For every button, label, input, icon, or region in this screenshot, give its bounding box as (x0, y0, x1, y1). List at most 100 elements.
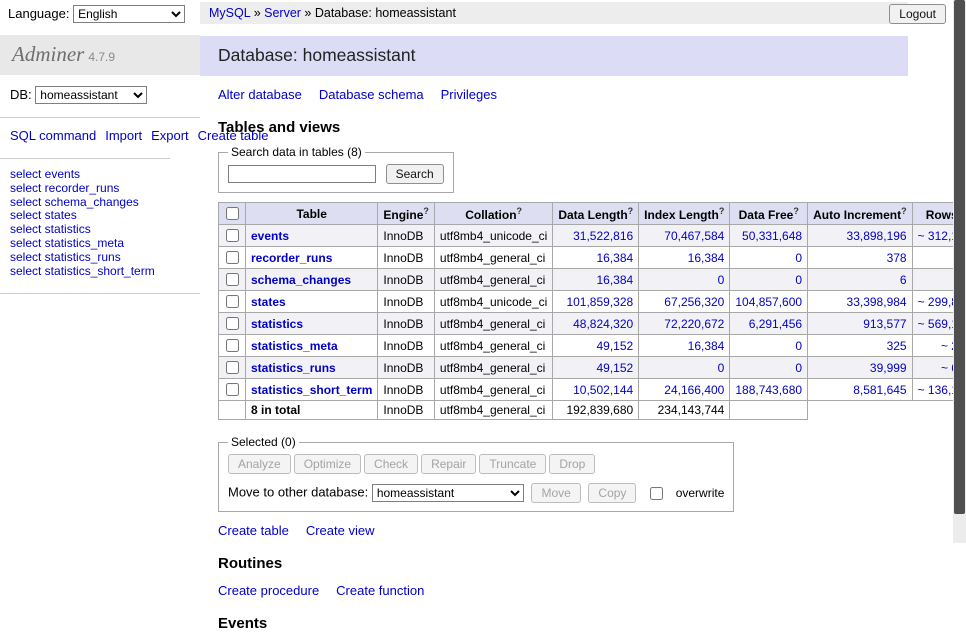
select-all-checkbox[interactable] (226, 207, 239, 220)
data-length-cell: 31,522,816 (553, 225, 639, 247)
check-button[interactable]: Check (364, 454, 418, 474)
index-length-link[interactable]: 70,467,584 (664, 229, 724, 243)
truncate-button[interactable]: Truncate (479, 454, 546, 474)
link-privileges[interactable]: Privileges (441, 87, 497, 102)
auto-increment-link[interactable]: 39,999 (870, 361, 907, 375)
index-length-link[interactable]: 16,384 (688, 251, 725, 265)
column-help-link[interactable]: ? (719, 206, 725, 216)
auto-increment-link[interactable]: 6 (900, 273, 907, 287)
row-checkbox[interactable] (226, 383, 239, 396)
sidebar-item-select-recorder-runs[interactable]: select recorder_runs (10, 182, 190, 195)
column-help-link[interactable]: ? (793, 206, 799, 216)
auto-increment-link[interactable]: 8,581,645 (853, 383, 906, 397)
row-checkbox[interactable] (226, 361, 239, 374)
data-length-link[interactable]: 10,502,144 (573, 383, 633, 397)
sidebar-item-select-events[interactable]: select events (10, 168, 190, 181)
data-length-link[interactable]: 49,152 (596, 339, 633, 353)
search-button[interactable]: Search (386, 164, 444, 184)
breadcrumb-separator: » (301, 6, 315, 20)
data-free-link[interactable]: 6,291,456 (749, 317, 802, 331)
table-link-recorder-runs[interactable]: recorder_runs (251, 251, 332, 265)
table-link-events[interactable]: events (251, 229, 289, 243)
optimize-button[interactable]: Optimize (294, 454, 361, 474)
link-create-function[interactable]: Create function (336, 583, 424, 598)
link-alter-database[interactable]: Alter database (218, 87, 302, 102)
data-length-link[interactable]: 48,824,320 (573, 317, 633, 331)
data-free-link[interactable]: 50,331,648 (742, 229, 802, 243)
row-checkbox[interactable] (226, 339, 239, 352)
data-free-link[interactable]: 0 (795, 339, 802, 353)
sidebar-link-sql-command[interactable]: SQL command (10, 128, 96, 143)
link-create-procedure[interactable]: Create procedure (218, 583, 319, 598)
index-length-link[interactable]: 0 (718, 361, 725, 375)
copy-button[interactable]: Copy (588, 483, 636, 503)
sidebar-item-select-statistics-runs[interactable]: select statistics_runs (10, 251, 190, 264)
scrollbar-thumb[interactable] (954, 0, 965, 514)
index-length-cell: 72,220,672 (639, 313, 730, 335)
breadcrumb: MySQL » Server » Database: homeassistant (200, 2, 908, 24)
auto-increment-link[interactable]: 33,398,984 (847, 295, 907, 309)
sidebar-item-select-statistics-short-term[interactable]: select statistics_short_term (10, 265, 190, 278)
auto-increment-link[interactable]: 913,577 (863, 317, 906, 331)
db-select[interactable]: homeassistant (35, 86, 147, 104)
auto-increment-link[interactable]: 378 (887, 251, 907, 265)
sidebar: Adminer4.7.9 DB: homeassistant SQL comma… (0, 27, 200, 294)
row-checkbox[interactable] (226, 273, 239, 286)
sidebar-item-select-states[interactable]: select states (10, 209, 190, 222)
sidebar-link-export[interactable]: Export (151, 128, 189, 143)
link-create-view[interactable]: Create view (306, 523, 375, 538)
table-link-statistics-short-term[interactable]: statistics_short_term (251, 383, 372, 397)
index-length-link[interactable]: 72,220,672 (664, 317, 724, 331)
breadcrumb-link-server[interactable]: Server (264, 6, 301, 20)
column-help-link[interactable]: ? (423, 206, 429, 216)
table-link-statistics-runs[interactable]: statistics_runs (251, 361, 336, 375)
index-length-link[interactable]: 24,166,400 (664, 383, 724, 397)
row-select-cell (219, 225, 246, 247)
auto-increment-link[interactable]: 33,898,196 (847, 229, 907, 243)
data-free-link[interactable]: 0 (795, 361, 802, 375)
data-length-link[interactable]: 16,384 (596, 273, 633, 287)
link-database-schema[interactable]: Database schema (319, 87, 424, 102)
sidebar-item-select-statistics-meta[interactable]: select statistics_meta (10, 237, 190, 250)
index-length-link[interactable]: 67,256,320 (664, 295, 724, 309)
analyze-button[interactable]: Analyze (228, 454, 291, 474)
data-length-link[interactable]: 31,522,816 (573, 229, 633, 243)
table-link-statistics[interactable]: statistics (251, 317, 303, 331)
drop-button[interactable]: Drop (549, 454, 595, 474)
data-free-link[interactable]: 0 (795, 273, 802, 287)
data-length-link[interactable]: 16,384 (596, 251, 633, 265)
repair-button[interactable]: Repair (421, 454, 476, 474)
data-free-link[interactable]: 188,743,680 (735, 383, 802, 397)
overwrite-checkbox[interactable] (650, 487, 663, 500)
column-help-link[interactable]: ? (517, 206, 523, 216)
move-database-select[interactable]: homeassistant (372, 484, 524, 502)
link-create-table[interactable]: Create table (218, 523, 289, 538)
table-row: statistics_short_termInnoDButf8mb4_gener… (219, 379, 966, 401)
data-free-link[interactable]: 0 (795, 251, 802, 265)
auto-increment-link[interactable]: 325 (887, 339, 907, 353)
table-link-statistics-meta[interactable]: statistics_meta (251, 339, 338, 353)
index-length-link[interactable]: 0 (718, 273, 725, 287)
row-checkbox[interactable] (226, 317, 239, 330)
row-checkbox[interactable] (226, 229, 239, 242)
data-free-link[interactable]: 104,857,600 (735, 295, 802, 309)
data-length-link[interactable]: 49,152 (596, 361, 633, 375)
logout-button[interactable]: Logout (889, 4, 946, 24)
breadcrumb-link-mysql[interactable]: MySQL (209, 6, 250, 20)
data-length-link[interactable]: 101,859,328 (566, 295, 633, 309)
column-help-link[interactable]: ? (901, 206, 907, 216)
row-checkbox[interactable] (226, 295, 239, 308)
sidebar-item-select-schema-changes[interactable]: select schema_changes (10, 196, 190, 209)
tables-overview-table: TableEngine?Collation?Data Length?Index … (218, 202, 966, 420)
sidebar-link-import[interactable]: Import (105, 128, 142, 143)
index-length-link[interactable]: 16,384 (688, 339, 725, 353)
table-link-schema-changes[interactable]: schema_changes (251, 273, 351, 287)
row-checkbox[interactable] (226, 251, 239, 264)
search-input[interactable] (228, 165, 376, 183)
column-help-link[interactable]: ? (628, 206, 634, 216)
vertical-scrollbar[interactable] (953, 0, 966, 543)
language-select[interactable]: English (73, 5, 185, 23)
table-link-states[interactable]: states (251, 295, 286, 309)
sidebar-item-select-statistics[interactable]: select statistics (10, 223, 190, 236)
move-button[interactable]: Move (531, 483, 580, 503)
